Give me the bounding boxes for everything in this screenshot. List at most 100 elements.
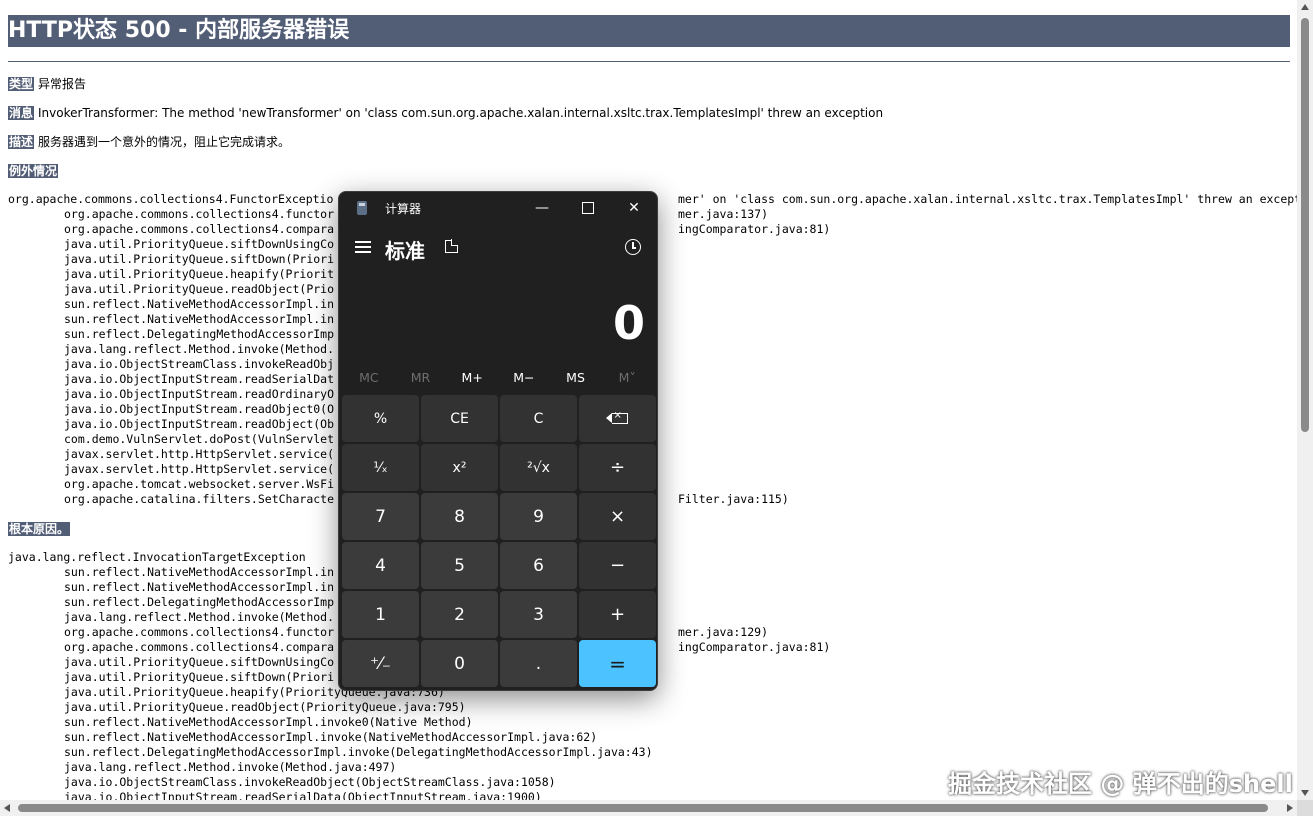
scroll-up-arrow-icon[interactable] xyxy=(1301,4,1309,10)
stack-trace-line: java.lang.reflect.Method.invoke(Method. xyxy=(64,342,335,356)
stack-trace-line: sun.reflect.NativeMethodAccessorImpl.inv… xyxy=(64,730,598,744)
description-value: 服务器遇到一个意外的情况，阻止它完成请求。 xyxy=(38,135,291,149)
add-button[interactable]: + xyxy=(579,591,656,638)
stack-trace-line: com.demo.VulnServlet.doPost(VulnServlet xyxy=(64,432,335,446)
stack-trace-line: java.io.ObjectInputStream.readObject(Ob xyxy=(64,417,335,431)
stack-trace-line: java.util.PriorityQueue.readObject(Prio xyxy=(64,282,335,296)
percent-button[interactable]: % xyxy=(342,395,419,442)
scroll-down-arrow-icon[interactable] xyxy=(1301,790,1309,796)
digit-1-button[interactable]: 1 xyxy=(342,591,419,638)
calculator-titlebar[interactable]: 计算器 — ✕ xyxy=(339,192,657,224)
stack-trace-line xyxy=(678,237,1297,252)
digit-8-button[interactable]: 8 xyxy=(421,493,498,540)
stack-trace-line xyxy=(678,327,1297,342)
stack-trace-line xyxy=(678,565,830,580)
stack-trace-line xyxy=(678,790,830,800)
minimize-button[interactable]: — xyxy=(519,192,565,224)
type-row: 类型 异常报告 xyxy=(8,76,86,92)
memory-recall-button[interactable]: MR xyxy=(395,364,447,392)
stack-trace-line xyxy=(678,432,1297,447)
digit-2-button[interactable]: 2 xyxy=(421,591,498,638)
message-label: 消息 xyxy=(8,106,35,120)
navigation-menu-icon[interactable] xyxy=(355,240,371,254)
stack-trace-line: mer' on 'class com.sun.org.apache.xalan.… xyxy=(678,192,1297,206)
stack-trace-line: java.io.ObjectInputStream.readOrdinaryO xyxy=(64,387,335,401)
history-icon[interactable] xyxy=(625,239,641,255)
digit-7-button[interactable]: 7 xyxy=(342,493,419,540)
reciprocal-button[interactable]: ¹⁄ₓ xyxy=(342,444,419,491)
message-row: 消息 InvokerTransformer: The method 'newTra… xyxy=(8,105,883,121)
stack-trace-line: sun.reflect.DelegatingMethodAccessorImp xyxy=(64,327,335,341)
stack-trace-line: org.apache.commons.collections4.compara xyxy=(64,222,335,236)
divide-button[interactable]: ÷ xyxy=(579,444,656,491)
stack-trace-line xyxy=(678,252,1297,267)
stack-trace-line: sun.reflect.NativeMethodAccessorImpl.inv… xyxy=(64,715,473,729)
scrollbar-corner xyxy=(1297,800,1313,816)
calculator-display: 0 xyxy=(612,296,645,350)
vertical-scroll-thumb[interactable] xyxy=(1301,18,1309,432)
decimal-button[interactable]: . xyxy=(500,640,577,687)
stack-trace-line xyxy=(678,730,830,745)
stack-trace-line xyxy=(678,357,1297,372)
calculator-keypad: %CEC ¹⁄ₓx²²√x÷ 789× 456− 123+ ⁺⁄₋0.= xyxy=(342,395,656,687)
memory-store-button[interactable]: MS xyxy=(550,364,602,392)
stack-trace-line: sun.reflect.DelegatingMethodAccessorImpl… xyxy=(64,745,653,759)
stack-trace-line: sun.reflect.NativeMethodAccessorImpl.in xyxy=(64,297,335,311)
memory-add-button[interactable]: M+ xyxy=(446,364,498,392)
keep-on-top-icon[interactable] xyxy=(445,239,458,253)
stack-trace-line xyxy=(678,715,830,730)
exception-heading: 例外情况 xyxy=(8,163,62,179)
calculator-title: 计算器 xyxy=(385,202,422,216)
clear-button[interactable]: C xyxy=(500,395,577,442)
square-button[interactable]: x² xyxy=(421,444,498,491)
stack-trace-line xyxy=(678,477,1297,492)
stack-trace-line xyxy=(678,282,1297,297)
stack-trace-line xyxy=(678,700,830,715)
close-button[interactable]: ✕ xyxy=(611,192,657,224)
type-label: 类型 xyxy=(8,77,35,91)
vertical-scrollbar[interactable] xyxy=(1297,0,1313,800)
root-cause-label: 根本原因。 xyxy=(8,522,71,536)
horizontal-scroll-thumb[interactable] xyxy=(18,804,1268,812)
negate-button[interactable]: ⁺⁄₋ xyxy=(342,640,419,687)
memory-subtract-button[interactable]: M− xyxy=(498,364,550,392)
digit-6-button[interactable]: 6 xyxy=(500,542,577,589)
multiply-button[interactable]: × xyxy=(579,493,656,540)
clear-entry-button[interactable]: CE xyxy=(421,395,498,442)
scroll-right-arrow-icon[interactable] xyxy=(1287,804,1293,812)
subtract-button[interactable]: − xyxy=(579,542,656,589)
exception-stack-trace: org.apache.commons.collections4.FunctorE… xyxy=(8,192,334,507)
maximize-button[interactable] xyxy=(565,192,611,224)
exception-label: 例外情况 xyxy=(8,164,59,178)
close-icon: ✕ xyxy=(628,200,640,216)
horizontal-scrollbar[interactable] xyxy=(0,800,1297,816)
stack-trace-line xyxy=(678,387,1297,402)
stack-trace-line xyxy=(678,670,830,685)
memory-list-button[interactable]: M˅ xyxy=(601,364,653,392)
square-root-button[interactable]: ²√x xyxy=(500,444,577,491)
digit-4-button[interactable]: 4 xyxy=(342,542,419,589)
stack-trace-line: mer.java:137) xyxy=(678,207,769,221)
equals-button[interactable]: = xyxy=(579,640,656,687)
stack-trace-line xyxy=(678,745,830,760)
digit-3-button[interactable]: 3 xyxy=(500,591,577,638)
stack-trace-line: java.io.ObjectInputStream.readSerialData… xyxy=(64,790,542,800)
digit-5-button[interactable]: 5 xyxy=(421,542,498,589)
memory-clear-button[interactable]: MC xyxy=(343,364,395,392)
stack-trace-line: org.apache.commons.collections4.functor xyxy=(64,207,335,221)
stack-trace-line: java.util.PriorityQueue.siftDown(Priori xyxy=(64,252,335,266)
digit-0-button[interactable]: 0 xyxy=(421,640,498,687)
stack-trace-line: javax.servlet.http.HttpServlet.service( xyxy=(64,447,335,461)
stack-trace-line xyxy=(678,685,830,700)
stack-trace-line: mer.java:129) xyxy=(678,625,769,639)
stack-trace-line xyxy=(678,342,1297,357)
backspace-button[interactable] xyxy=(579,395,656,442)
stack-trace-line xyxy=(678,297,1297,312)
type-value: 异常报告 xyxy=(38,77,87,91)
scroll-left-arrow-icon[interactable] xyxy=(4,804,10,812)
stack-trace-line: java.io.ObjectInputStream.readObject0(O xyxy=(64,402,335,416)
stack-trace-line xyxy=(678,402,1297,417)
digit-9-button[interactable]: 9 xyxy=(500,493,577,540)
page-title: HTTP状态 500 - 内部服务器错误 xyxy=(8,15,1290,47)
stack-trace-line: org.apache.tomcat.websocket.server.WsFi xyxy=(64,477,335,491)
